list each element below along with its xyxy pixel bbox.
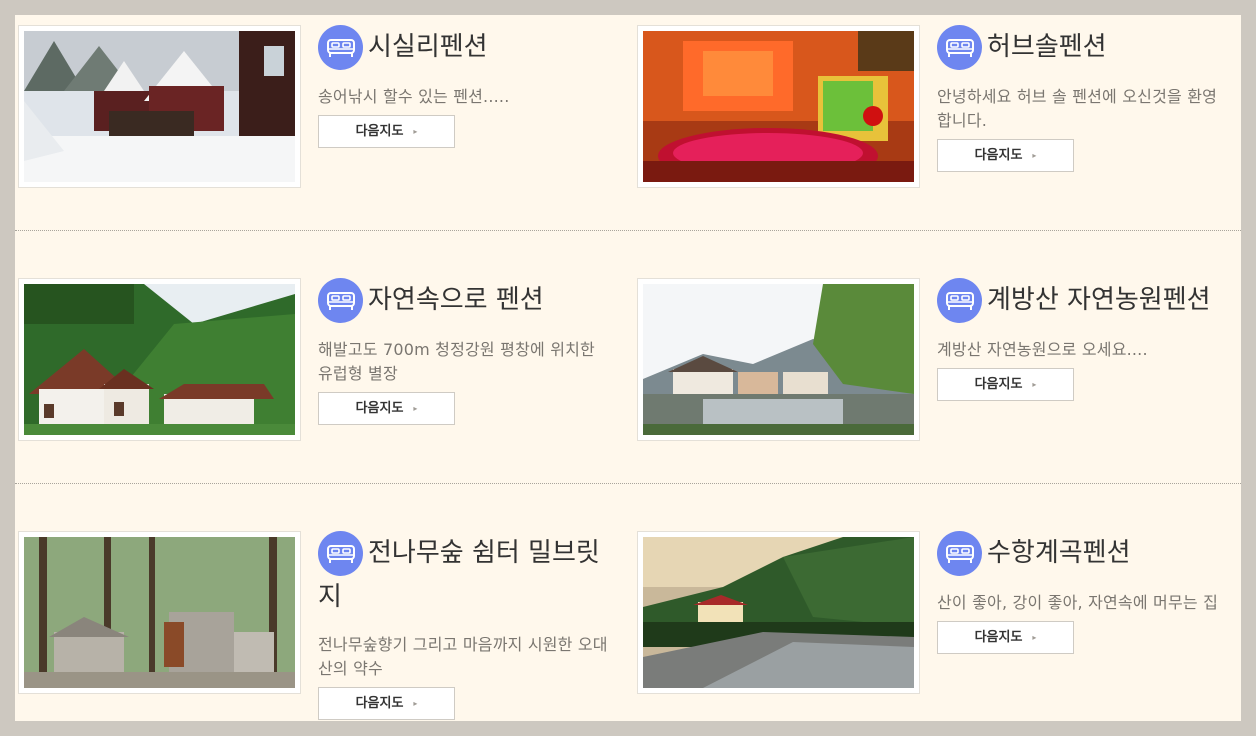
bed-icon <box>318 531 363 576</box>
listing-photo[interactable] <box>18 531 301 694</box>
map-button-label: 다음지도 <box>355 124 404 139</box>
valley-pension-photo <box>643 537 914 688</box>
listing-card: 자연속으로 펜션 해발고도 700m 청정강원 평창에 위치한 유럽형 별장 다… <box>15 273 615 473</box>
map-button[interactable]: 다음지도 ▸ <box>318 115 455 148</box>
listing-photo[interactable] <box>637 25 920 188</box>
map-button[interactable]: 다음지도 ▸ <box>937 621 1074 654</box>
map-button-label: 다음지도 <box>974 630 1023 645</box>
arrow-right-icon: ▸ <box>413 127 418 136</box>
map-button-label: 다음지도 <box>974 377 1023 392</box>
listing-card: 수항계곡펜션 산이 좋아, 강이 좋아, 자연속에 머무는 집 다음지도 ▸ <box>634 526 1234 721</box>
arrow-right-icon: ▸ <box>1032 380 1037 389</box>
bed-icon <box>318 278 363 323</box>
bed-icon <box>318 25 363 70</box>
bed-icon <box>937 25 982 70</box>
listing-card: 전나무숲 쉼터 밀브릿지 전나무숲향기 그리고 마음까지 시원한 오대산의 약수… <box>15 526 615 721</box>
listing-description: 해발고도 700m 청정강원 평창에 위치한 유럽형 별장 <box>318 340 595 383</box>
listing-card: 시실리펜션 송어낚시 할수 있는 펜션..... 다음지도 ▸ <box>15 20 615 220</box>
row-divider <box>15 230 1241 231</box>
map-button-label: 다음지도 <box>355 696 404 711</box>
listing-panel: 시실리펜션 송어낚시 할수 있는 펜션..... 다음지도 ▸ 허브솔펜션 안녕… <box>15 15 1241 721</box>
listing-card: 계방산 자연농원펜션 계방산 자연농원으로 오세요.... 다음지도 ▸ <box>634 273 1234 473</box>
map-button-label: 다음지도 <box>974 148 1023 163</box>
fir-forest-building-photo <box>24 537 295 688</box>
listing-photo[interactable] <box>18 25 301 188</box>
listing-title: 전나무숲 쉼터 밀브릿지 <box>318 538 600 612</box>
map-button[interactable]: 다음지도 ▸ <box>318 392 455 425</box>
map-button[interactable]: 다음지도 ▸ <box>937 139 1074 172</box>
map-button[interactable]: 다음지도 ▸ <box>937 368 1074 401</box>
listing-description: 안녕하세요 허브 솔 펜션에 오신것을 환영합니다. <box>937 87 1218 130</box>
map-button[interactable]: 다음지도 ▸ <box>318 687 455 720</box>
listing-photo[interactable] <box>637 531 920 694</box>
listing-description: 계방산 자연농원으로 오세요.... <box>937 340 1148 359</box>
row-divider <box>15 483 1241 484</box>
forest-villa-photo <box>24 284 295 435</box>
spa-room-photo <box>643 31 914 182</box>
mountain-garden-photo <box>643 284 914 435</box>
listing-description: 전나무숲향기 그리고 마음까지 시원한 오대산의 약수 <box>318 635 608 678</box>
snow-cabin-photo <box>24 31 295 182</box>
listing-photo[interactable] <box>637 278 920 441</box>
arrow-right-icon: ▸ <box>1032 151 1037 160</box>
bed-icon <box>937 531 982 576</box>
arrow-right-icon: ▸ <box>413 699 418 708</box>
listing-photo[interactable] <box>18 278 301 441</box>
map-button-label: 다음지도 <box>355 401 404 416</box>
arrow-right-icon: ▸ <box>413 404 418 413</box>
listing-description: 송어낚시 할수 있는 펜션..... <box>318 87 510 106</box>
bed-icon <box>937 278 982 323</box>
listing-card: 허브솔펜션 안녕하세요 허브 솔 펜션에 오신것을 환영합니다. 다음지도 ▸ <box>634 20 1234 220</box>
listing-description: 산이 좋아, 강이 좋아, 자연속에 머무는 집 <box>937 593 1219 612</box>
arrow-right-icon: ▸ <box>1032 633 1037 642</box>
